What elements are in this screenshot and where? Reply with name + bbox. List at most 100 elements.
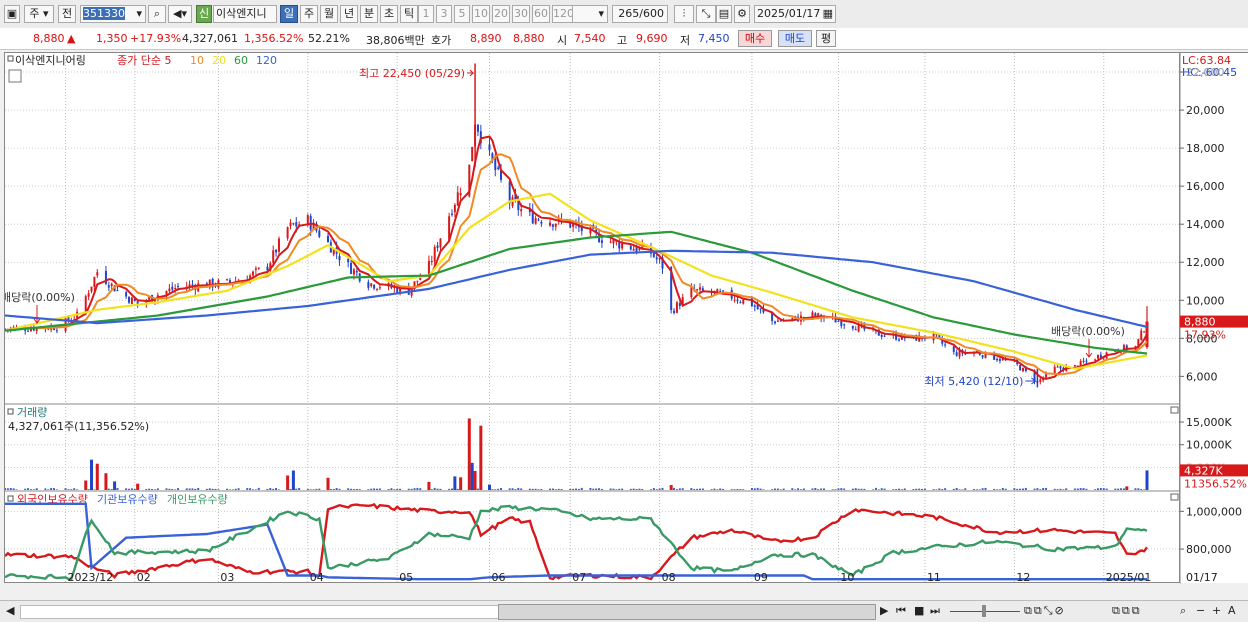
volume-bar [1065,488,1068,490]
volume-bar [1016,488,1019,490]
volume-bar [1042,487,1045,490]
volume-bar [315,488,318,490]
bottom-scrollbar[interactable]: ◀ ▶ ⏮ ■ ⏭ ⧉⧉⤡⊘ ⧉⧉⧉ ⌕ − + A [0,600,1248,622]
volume-bar [355,488,358,490]
scroll-right-icon[interactable]: ▶ [880,604,888,617]
candle-body [257,267,260,269]
font-size-icon[interactable]: A [1228,604,1236,617]
volume-bar-major [95,463,99,490]
candle-body [1019,365,1022,371]
panel-close-icon[interactable] [1170,493,1179,501]
volume-bar [773,488,776,490]
candle-body [177,286,180,288]
bid-price-2: 8,880 [513,32,545,45]
volume-bar [941,489,944,490]
volume-bar [549,488,552,490]
minute-dropdown[interactable]: ▾ [572,5,608,23]
candle-body [355,271,358,273]
zoom-slider-handle[interactable] [982,605,986,617]
volume-bar [450,488,453,490]
interval-tab-0[interactable]: 일 [280,5,298,23]
candle-body [851,326,854,329]
draw-tool-icon[interactable]: ⤡ [696,5,716,23]
chart-svg[interactable]: 이삭엔지니어링 종가 단순 5 10 20 60 120 최고 22,450 (05/29)… [5,53,1181,584]
buy-button[interactable]: 매수 [738,30,772,47]
interval-tab-2[interactable]: 월 [320,5,338,23]
volume-bar [416,487,419,490]
volume-bar [511,488,514,490]
legend-item-1: 10 [190,54,204,67]
chart-area[interactable]: 이삭엔지니어링 종가 단순 5 10 20 60 120 최고 22,450 (05/29)… [4,52,1181,584]
interval-tab-6[interactable]: 틱 [400,5,418,23]
volume-tick-label: 10,000K [1186,439,1232,452]
volume-bar [944,488,947,490]
minute-option-120[interactable]: 120 [552,5,574,23]
calendar-icon[interactable]: ▦ [823,6,833,22]
scroll-thumb[interactable] [498,604,876,620]
forward-icon[interactable]: ⏭ [930,604,940,618]
volume-bar [575,488,577,490]
stop-icon[interactable]: ■ [914,604,924,617]
candle-body [658,258,661,260]
interval-tab-3[interactable]: 년 [340,5,358,23]
candle-body [534,218,537,224]
interval-tab-1[interactable]: 주 [300,5,318,23]
legend-item-4: 120 [256,54,277,67]
count-input[interactable]: 265/600 [612,5,668,23]
y-tick-label: 16,000 [1186,180,1225,193]
calendar-icon[interactable] [8,69,22,83]
eval-button[interactable]: 평 [816,30,836,47]
volume-bar [272,488,275,490]
date-input[interactable]: 2025/01/17 ▦ [754,5,836,23]
scroll-left-icon[interactable]: ◀ [6,604,14,617]
volume-bar [116,487,119,490]
minute-option-30[interactable]: 30 [512,5,530,23]
drawing-tool-icons[interactable]: ⧉⧉⧉ [1112,604,1142,618]
minute-option-3[interactable]: 3 [436,5,452,23]
zoom-in-icon[interactable]: + [1212,604,1221,617]
gear-icon[interactable]: ⚙ [734,5,750,23]
minute-option-5[interactable]: 5 [454,5,470,23]
panel-close-icon[interactable] [1170,406,1179,414]
candle-body [93,277,96,287]
candle-body [338,256,341,261]
window-icon[interactable]: ▣ [4,5,20,23]
candle-body [125,292,128,297]
volume-bar [534,488,537,490]
candle-body [171,286,174,290]
candle-body [471,146,474,162]
period-type-select[interactable]: 주 ▾ [24,5,54,23]
tool-icons[interactable]: ⧉⧉⤡⊘ [1024,604,1066,618]
volume-bar [194,488,197,490]
volume-bar [598,488,601,490]
volume-bar [621,488,624,490]
minute-option-10[interactable]: 10 [472,5,490,23]
speaker-icon[interactable]: ◀▾ [168,5,192,23]
volume-bar [560,489,563,490]
interval-tab-5[interactable]: 초 [380,5,398,23]
candle-body [719,290,722,292]
candle-body [27,330,30,332]
period-type-value: 주 [29,7,40,20]
volume-bar [710,489,713,490]
search-icon[interactable]: ⌕ [148,5,166,23]
interval-tab-4[interactable]: 분 [360,5,378,23]
minute-option-20[interactable]: 20 [492,5,510,23]
rewind-icon[interactable]: ⏮ [896,604,906,618]
stock-code-input[interactable]: 351330 ▾ [80,5,146,23]
volume-bar [802,488,805,490]
zoom-out-icon[interactable]: − [1196,604,1205,617]
scroll-track[interactable] [20,605,500,619]
candle-body [252,271,255,276]
date-value: 2025/01/17 [757,7,821,20]
volume-bar [658,488,661,490]
minute-option-60[interactable]: 60 [532,5,550,23]
minute-option-1[interactable]: 1 [418,5,434,23]
zoom-icon[interactable]: ⌕ [1180,604,1186,618]
prev-button[interactable]: 전 [58,5,76,23]
stock-name-field[interactable]: 이삭엔지니 [213,5,277,23]
sell-button[interactable]: 매도 [778,30,812,47]
candle-body [130,297,133,304]
candle-type-icon[interactable]: ⫶ [674,5,694,23]
save-icon[interactable]: ▤ [716,5,732,23]
